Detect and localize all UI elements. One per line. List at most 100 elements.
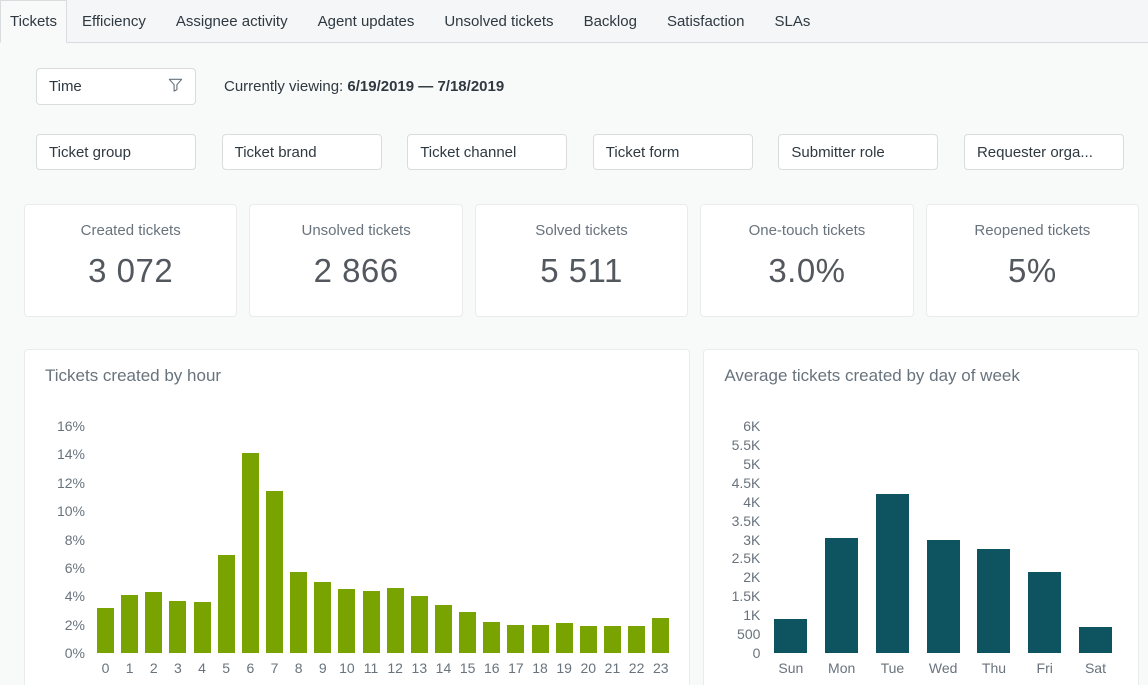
bar-column: 9 [314,426,331,677]
bar[interactable] [435,605,452,653]
y-axis-tick-label: 0% [65,645,85,661]
filter-submitter-role[interactable]: Submitter role [778,134,938,170]
bar[interactable] [411,596,428,653]
x-axis-label: Sun [778,660,803,677]
bar[interactable] [290,572,307,653]
bar[interactable] [194,602,211,653]
bar[interactable] [556,623,573,653]
bar-column: Mon [825,426,858,677]
bar[interactable] [97,608,114,653]
bar[interactable] [242,453,259,653]
time-filter-button[interactable]: Time [36,68,196,105]
bar-column: Sat [1079,426,1112,677]
kpi-value: 5% [927,252,1138,290]
bar[interactable] [266,491,283,653]
tab-tickets[interactable]: Tickets [0,0,67,43]
y-axis-tick-label: 12% [57,475,85,491]
filter-ticket-form[interactable]: Ticket form [593,134,753,170]
filter-label: Ticket group [49,144,183,161]
bar[interactable] [145,592,162,653]
bar-column: 3 [169,426,186,677]
bar[interactable] [338,589,355,653]
bar[interactable] [507,625,524,653]
tab-slas[interactable]: SLAs [759,0,825,43]
bar[interactable] [169,601,186,653]
bar[interactable] [363,591,380,653]
bar-column: 19 [556,426,573,677]
y-axis-tick-label: 1K [743,607,760,623]
bar[interactable] [532,625,549,653]
filter-label: Ticket brand [235,144,369,161]
bar-column: 23 [652,426,669,677]
bar[interactable] [580,626,597,653]
tab-efficiency[interactable]: Efficiency [67,0,161,43]
x-axis-label: Fri [1037,660,1053,677]
filter-ticket-group[interactable]: Ticket group [36,134,196,170]
bar-column: 11 [363,426,380,677]
bar[interactable] [927,540,960,654]
chart-title: Average tickets created by day of week [724,366,1118,386]
tab-unsolved-tickets[interactable]: Unsolved tickets [429,0,568,43]
bar[interactable] [604,626,621,653]
bar[interactable] [459,612,476,653]
bar[interactable] [628,626,645,653]
chart-tickets-by-day-of-week: Average tickets created by day of week 0… [703,349,1139,685]
charts-row: Tickets created by hour 0%2%4%6%8%10%12%… [24,349,1139,685]
bar-column: 0 [97,426,114,677]
kpi-solved-tickets: Solved tickets 5 511 [475,204,688,317]
filter-label: Requester orga... [977,144,1111,161]
y-axis-tick-label: 4K [743,494,760,510]
bar-column: 18 [532,426,549,677]
bar[interactable] [387,588,404,653]
tab-assignee-activity[interactable]: Assignee activity [161,0,303,43]
bars-area: SunMonTueWedThuFriSat [774,426,1118,677]
x-axis-label: 0 [102,660,110,677]
tab-label: Tickets [10,13,57,30]
kpi-value: 5 511 [476,252,687,290]
kpi-card-row: Created tickets 3 072 Unsolved tickets 2… [24,204,1139,317]
dashboard-tab-bar: Tickets Efficiency Assignee activity Age… [0,0,1148,43]
x-axis-label: 23 [653,660,669,677]
bar[interactable] [218,555,235,653]
bar[interactable] [977,549,1010,653]
y-axis-tick-label: 4% [65,588,85,604]
bar[interactable] [774,619,807,653]
y-axis-tick-label: 10% [57,503,85,519]
y-axis-tick-label: 2.5K [732,550,761,566]
tab-satisfaction[interactable]: Satisfaction [652,0,760,43]
time-filter-label: Time [49,78,168,95]
y-axis-tick-label: 6% [65,560,85,576]
filter-ticket-channel[interactable]: Ticket channel [407,134,567,170]
bar-column: 20 [580,426,597,677]
tab-backlog[interactable]: Backlog [569,0,652,43]
y-axis-tick-label: 2K [743,569,760,585]
bar[interactable] [314,582,331,653]
x-axis-label: 4 [198,660,206,677]
bar[interactable] [825,538,858,653]
bar[interactable] [1079,627,1112,653]
kpi-label: Unsolved tickets [250,222,461,239]
kpi-value: 3 072 [25,252,236,290]
bar[interactable] [876,494,909,653]
filter-ticket-brand[interactable]: Ticket brand [222,134,382,170]
y-axis-tick-label: 1.5K [732,588,761,604]
x-axis-label: 7 [271,660,279,677]
bar[interactable] [121,595,138,653]
tab-agent-updates[interactable]: Agent updates [303,0,430,43]
tab-label: Backlog [584,13,637,30]
x-axis-label: 16 [484,660,500,677]
bar[interactable] [652,618,669,653]
kpi-value: 2 866 [250,252,461,290]
y-axis-tick-label: 3K [743,532,760,548]
tab-label: SLAs [774,13,810,30]
filter-label: Ticket channel [420,144,554,161]
y-axis: 05001K1.5K2K2.5K3K3.5K4K4.5K5K5.5K6K [724,426,760,653]
bar[interactable] [1028,572,1061,653]
y-axis-tick-label: 0 [753,645,761,661]
date-range-value: 6/19/2019 — 7/18/2019 [347,78,504,95]
bar[interactable] [483,622,500,653]
filter-requester-organization[interactable]: Requester orga... [964,134,1124,170]
x-axis-label: 5 [222,660,230,677]
kpi-value: 3.0% [701,252,912,290]
bar-column: 17 [507,426,524,677]
